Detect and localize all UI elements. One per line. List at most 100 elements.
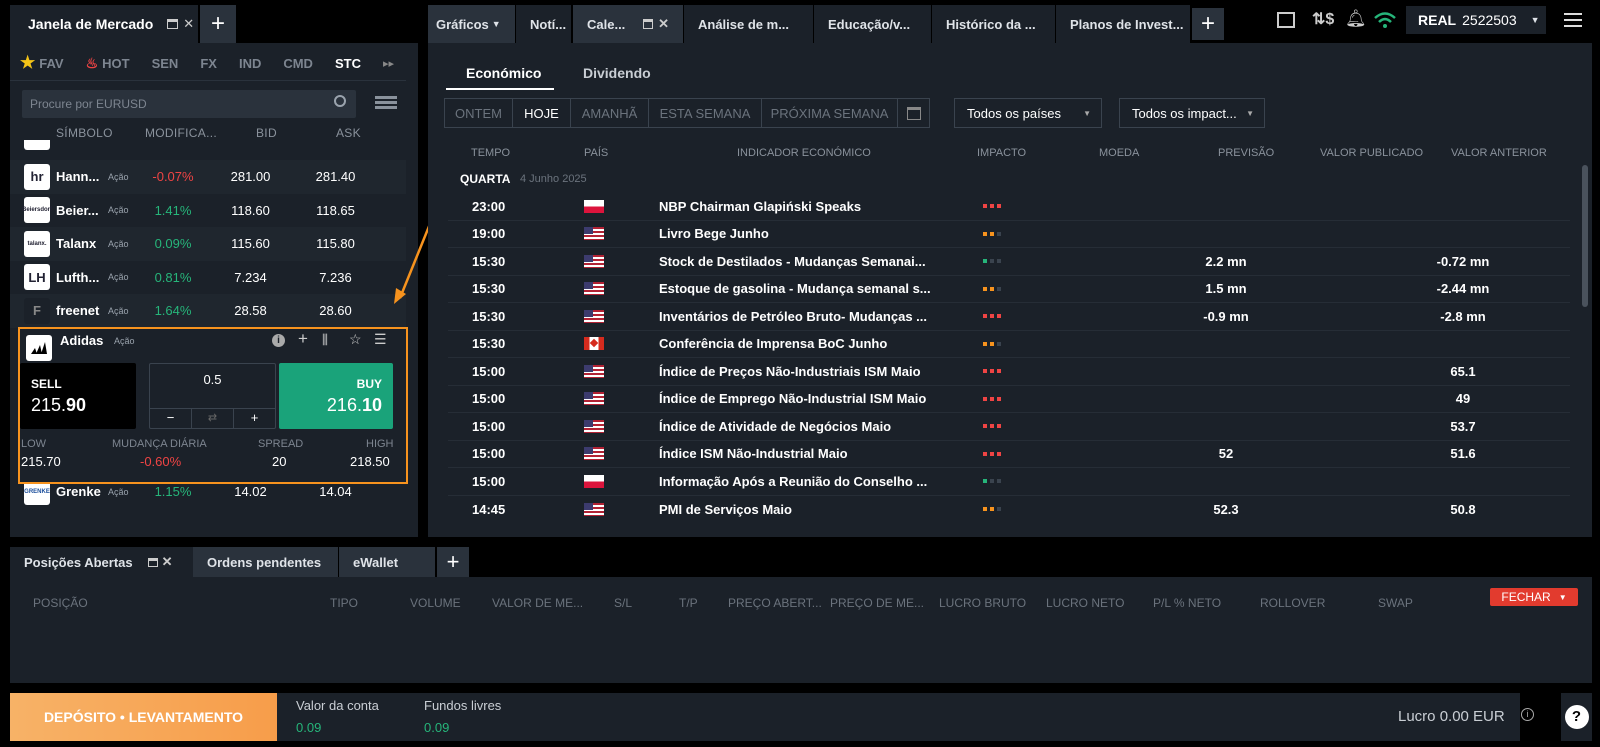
tab-calendar[interactable]: Cale... ✕ <box>573 5 683 43</box>
event-row[interactable]: 15:30 Stock de Destilados - Mudanças Sema… <box>448 248 1570 276</box>
list-item[interactable]: Beiersdorf Beier... Ação 1.41% 118.60 118.65 <box>10 194 406 228</box>
filter-next-week[interactable]: PRÓXIMA SEMANA <box>762 98 898 128</box>
list-add-icon[interactable]: ☰ <box>374 331 387 348</box>
bid-price[interactable]: 7.234 <box>208 270 293 285</box>
tab-stc[interactable]: STC <box>335 56 361 71</box>
company-logo: talanx. <box>24 230 50 257</box>
ask-price[interactable]: 115.80 <box>293 236 378 251</box>
event-row[interactable]: 23:00 NBP Chairman Glapiński Speaks <box>448 193 1570 221</box>
maximize-icon[interactable] <box>643 19 654 29</box>
calendar-icon[interactable] <box>898 98 930 128</box>
maximize-icon[interactable] <box>167 19 179 29</box>
list-item[interactable]: Ffreenet Ação 1.64% 28.58 28.60 <box>10 294 406 328</box>
add-icon[interactable]: + <box>298 329 308 349</box>
bid-price[interactable]: 28.58 <box>208 303 293 318</box>
tab-fav[interactable]: ★ FAV <box>20 53 64 73</box>
add-tab-button[interactable]: + <box>437 547 469 577</box>
event-row[interactable]: 15:00 Índice de Preços Não-Industriais IS… <box>448 358 1570 386</box>
event-name: Conferência de Imprensa BoC Junho <box>659 336 888 352</box>
tabs-scroll-right-icon[interactable]: ▸▸ <box>383 57 394 70</box>
filter-this-week[interactable]: ESTA SEMANA <box>649 98 762 128</box>
account-selector[interactable]: REAL 2522503 ▼ <box>1406 6 1546 34</box>
daily-change: 0.09% <box>154 236 192 252</box>
subtab-economic[interactable]: Económico <box>466 65 541 81</box>
subtab-dividend[interactable]: Dividendo <box>583 65 651 81</box>
bid-price[interactable]: 115.60 <box>208 236 293 251</box>
list-item[interactable]: LH Lufth... Ação 0.81% 7.234 7.236 <box>10 261 406 295</box>
close-icon[interactable]: ✕ <box>658 16 669 32</box>
bell-icon[interactable]: 🔔︎ <box>1345 9 1367 29</box>
star-outline-icon[interactable]: ☆ <box>349 331 362 348</box>
increase-volume-button[interactable]: + <box>234 409 275 428</box>
search-input[interactable]: Procure por EURUSD <box>22 90 356 118</box>
info-icon[interactable]: i <box>272 334 285 347</box>
tab-cmd[interactable]: CMD <box>283 56 313 71</box>
trade-card: Adidas Ação i + ⫼ ☆ ☰ SELL 215.90 0.5 − … <box>18 327 408 484</box>
event-row[interactable]: 15:30 Conferência de Imprensa BoC Junho <box>448 331 1570 358</box>
bid-price[interactable]: 118.60 <box>208 203 293 218</box>
tab-education[interactable]: Educação/v... <box>814 5 931 43</box>
filter-yesterday[interactable]: ONTEM <box>444 98 513 128</box>
event-row[interactable]: 14:45 PMI de Serviços Maio 52.3 50.8 <box>448 496 1570 524</box>
tab-history[interactable]: Histórico da ... <box>932 5 1055 43</box>
ask-price[interactable]: 281.40 <box>293 169 378 184</box>
volume-value[interactable]: 0.5 <box>150 372 275 387</box>
list-item[interactable]: talanx. Talanx Ação 0.09% 115.60 115.80 <box>10 227 406 261</box>
ask-price[interactable]: 118.65 <box>293 203 378 218</box>
filter-tomorrow[interactable]: AMANHÃ <box>571 98 649 128</box>
event-row[interactable]: 15:00 Índice de Emprego Não-Industrial IS… <box>448 386 1570 413</box>
ask-price[interactable]: 14.04 <box>293 484 378 499</box>
tab-pending-orders[interactable]: Ordens pendentes <box>193 547 338 577</box>
bid-price[interactable]: 281.00 <box>208 169 293 184</box>
event-row[interactable]: 15:00 Índice de Atividade de Negócios Mai… <box>448 413 1570 441</box>
profit-info-icon[interactable]: i <box>1521 708 1534 721</box>
tab-news[interactable]: Notí... <box>516 5 571 43</box>
event-previous: -0.72 mn <box>1436 253 1490 269</box>
close-icon[interactable]: ✕ <box>162 554 173 570</box>
list-item[interactable]: hr Hann... Ação -0.07% 281.00 281.40 <box>10 160 406 194</box>
sell-button[interactable]: SELL 215.90 <box>20 363 136 429</box>
company-logo: LH <box>24 264 50 291</box>
swap-icon[interactable]: ⇄ <box>192 409 234 428</box>
tab-ind[interactable]: IND <box>239 56 261 71</box>
currency-exchange-icon[interactable]: ⇅$ <box>1312 9 1334 29</box>
event-row[interactable]: 15:30 Inventários de Petróleo Bruto- Muda… <box>448 303 1570 331</box>
add-tab-button[interactable]: + <box>1192 8 1224 40</box>
add-tab-button[interactable]: + <box>200 5 236 43</box>
tab-charts[interactable]: Gráficos ▼ <box>428 5 515 43</box>
candles-icon[interactable]: ⫼ <box>322 332 328 348</box>
search-icon[interactable] <box>334 95 346 107</box>
event-row[interactable]: 19:00 Livro Bege Junho <box>448 221 1570 248</box>
event-row[interactable]: 15:30 Estoque de gasolina - Mudança seman… <box>448 276 1570 303</box>
ask-price[interactable]: 7.236 <box>293 270 378 285</box>
close-all-button[interactable]: FECHAR ▼ <box>1490 588 1578 606</box>
calendar-scrollbar[interactable] <box>1582 165 1588 307</box>
ask-price[interactable]: 28.60 <box>293 303 378 318</box>
hamburger-menu-icon[interactable] <box>1564 13 1582 27</box>
buy-button[interactable]: BUY 216.10 <box>279 363 393 429</box>
maximize-icon[interactable] <box>147 557 158 567</box>
bid-price[interactable]: 14.02 <box>208 484 293 499</box>
tab-open-positions[interactable]: Posições Abertas ✕ <box>10 547 193 577</box>
country-select[interactable]: Todos os países ▼ <box>954 98 1102 128</box>
tab-ewallet[interactable]: eWallet <box>339 547 435 577</box>
impact-select[interactable]: Todos os impact... ▼ <box>1119 98 1265 128</box>
tab-hot[interactable]: ♨ HOT <box>86 55 130 72</box>
deposit-withdraw-button[interactable]: DEPÓSITO • LEVANTAMENTO <box>10 693 277 741</box>
column-forecast: PREVISÃO <box>1218 147 1275 159</box>
grid-view-icon[interactable] <box>375 96 397 111</box>
decrease-volume-button[interactable]: − <box>150 409 192 428</box>
column-change[interactable]: MODIFICA... <box>145 126 217 140</box>
tab-fx[interactable]: FX <box>200 56 217 71</box>
volume-stepper[interactable]: 0.5 − ⇄ + <box>149 363 276 429</box>
event-row[interactable]: 15:00 Informação Após a Reunião do Consel… <box>448 468 1570 496</box>
tab-investment-plans[interactable]: Planos de Invest... <box>1056 5 1190 43</box>
filter-today[interactable]: HOJE <box>513 98 571 128</box>
layout-icon[interactable] <box>1277 12 1295 28</box>
tab-sen[interactable]: SEN <box>152 56 179 71</box>
category-tabs: ★ FAV ♨ HOT SEN FX IND CMD STC ▸▸ <box>20 52 394 74</box>
help-button[interactable]: ? <box>1561 693 1592 741</box>
close-icon[interactable]: ✕ <box>183 16 194 32</box>
event-row[interactable]: 15:00 Índice ISM Não-Industrial Maio 52 51.… <box>448 441 1570 468</box>
tab-market-analysis[interactable]: Análise de m... <box>684 5 813 43</box>
